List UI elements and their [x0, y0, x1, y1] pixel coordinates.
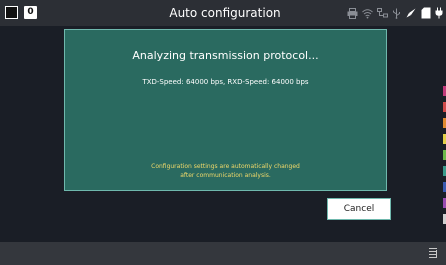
network-icon	[377, 7, 388, 17]
cancel-button[interactable]: Cancel	[327, 198, 391, 220]
window-title: Auto configuration	[169, 6, 281, 20]
config-note-line-2: after communication analysis.	[180, 172, 271, 179]
power-plug-icon	[435, 7, 443, 19]
counter-badge[interactable]: 0	[24, 6, 37, 19]
screen: 0 Auto configuration Analyzing transmiss…	[0, 0, 446, 265]
sd-card-icon	[421, 7, 431, 19]
config-note: Configuration settings are automatically…	[65, 162, 386, 180]
bottom-bar	[0, 242, 446, 265]
menu-icon[interactable]	[427, 247, 439, 259]
status-icons	[347, 5, 443, 21]
wifi-icon	[362, 8, 373, 18]
compass-icon	[406, 8, 416, 18]
dialog-heading: Analyzing transmission protocol...	[132, 49, 319, 62]
speed-text: TXD-Speed: 64000 bps, RXD-Speed: 64000 b…	[142, 78, 309, 86]
printer-icon	[347, 7, 358, 19]
config-note-line-1: Configuration settings are automatically…	[151, 163, 300, 170]
top-bar: 0 Auto configuration	[0, 0, 446, 26]
usb-icon	[393, 8, 400, 19]
auto-config-dialog: Analyzing transmission protocol... TXD-S…	[64, 29, 387, 191]
screen-icon[interactable]	[5, 6, 18, 19]
